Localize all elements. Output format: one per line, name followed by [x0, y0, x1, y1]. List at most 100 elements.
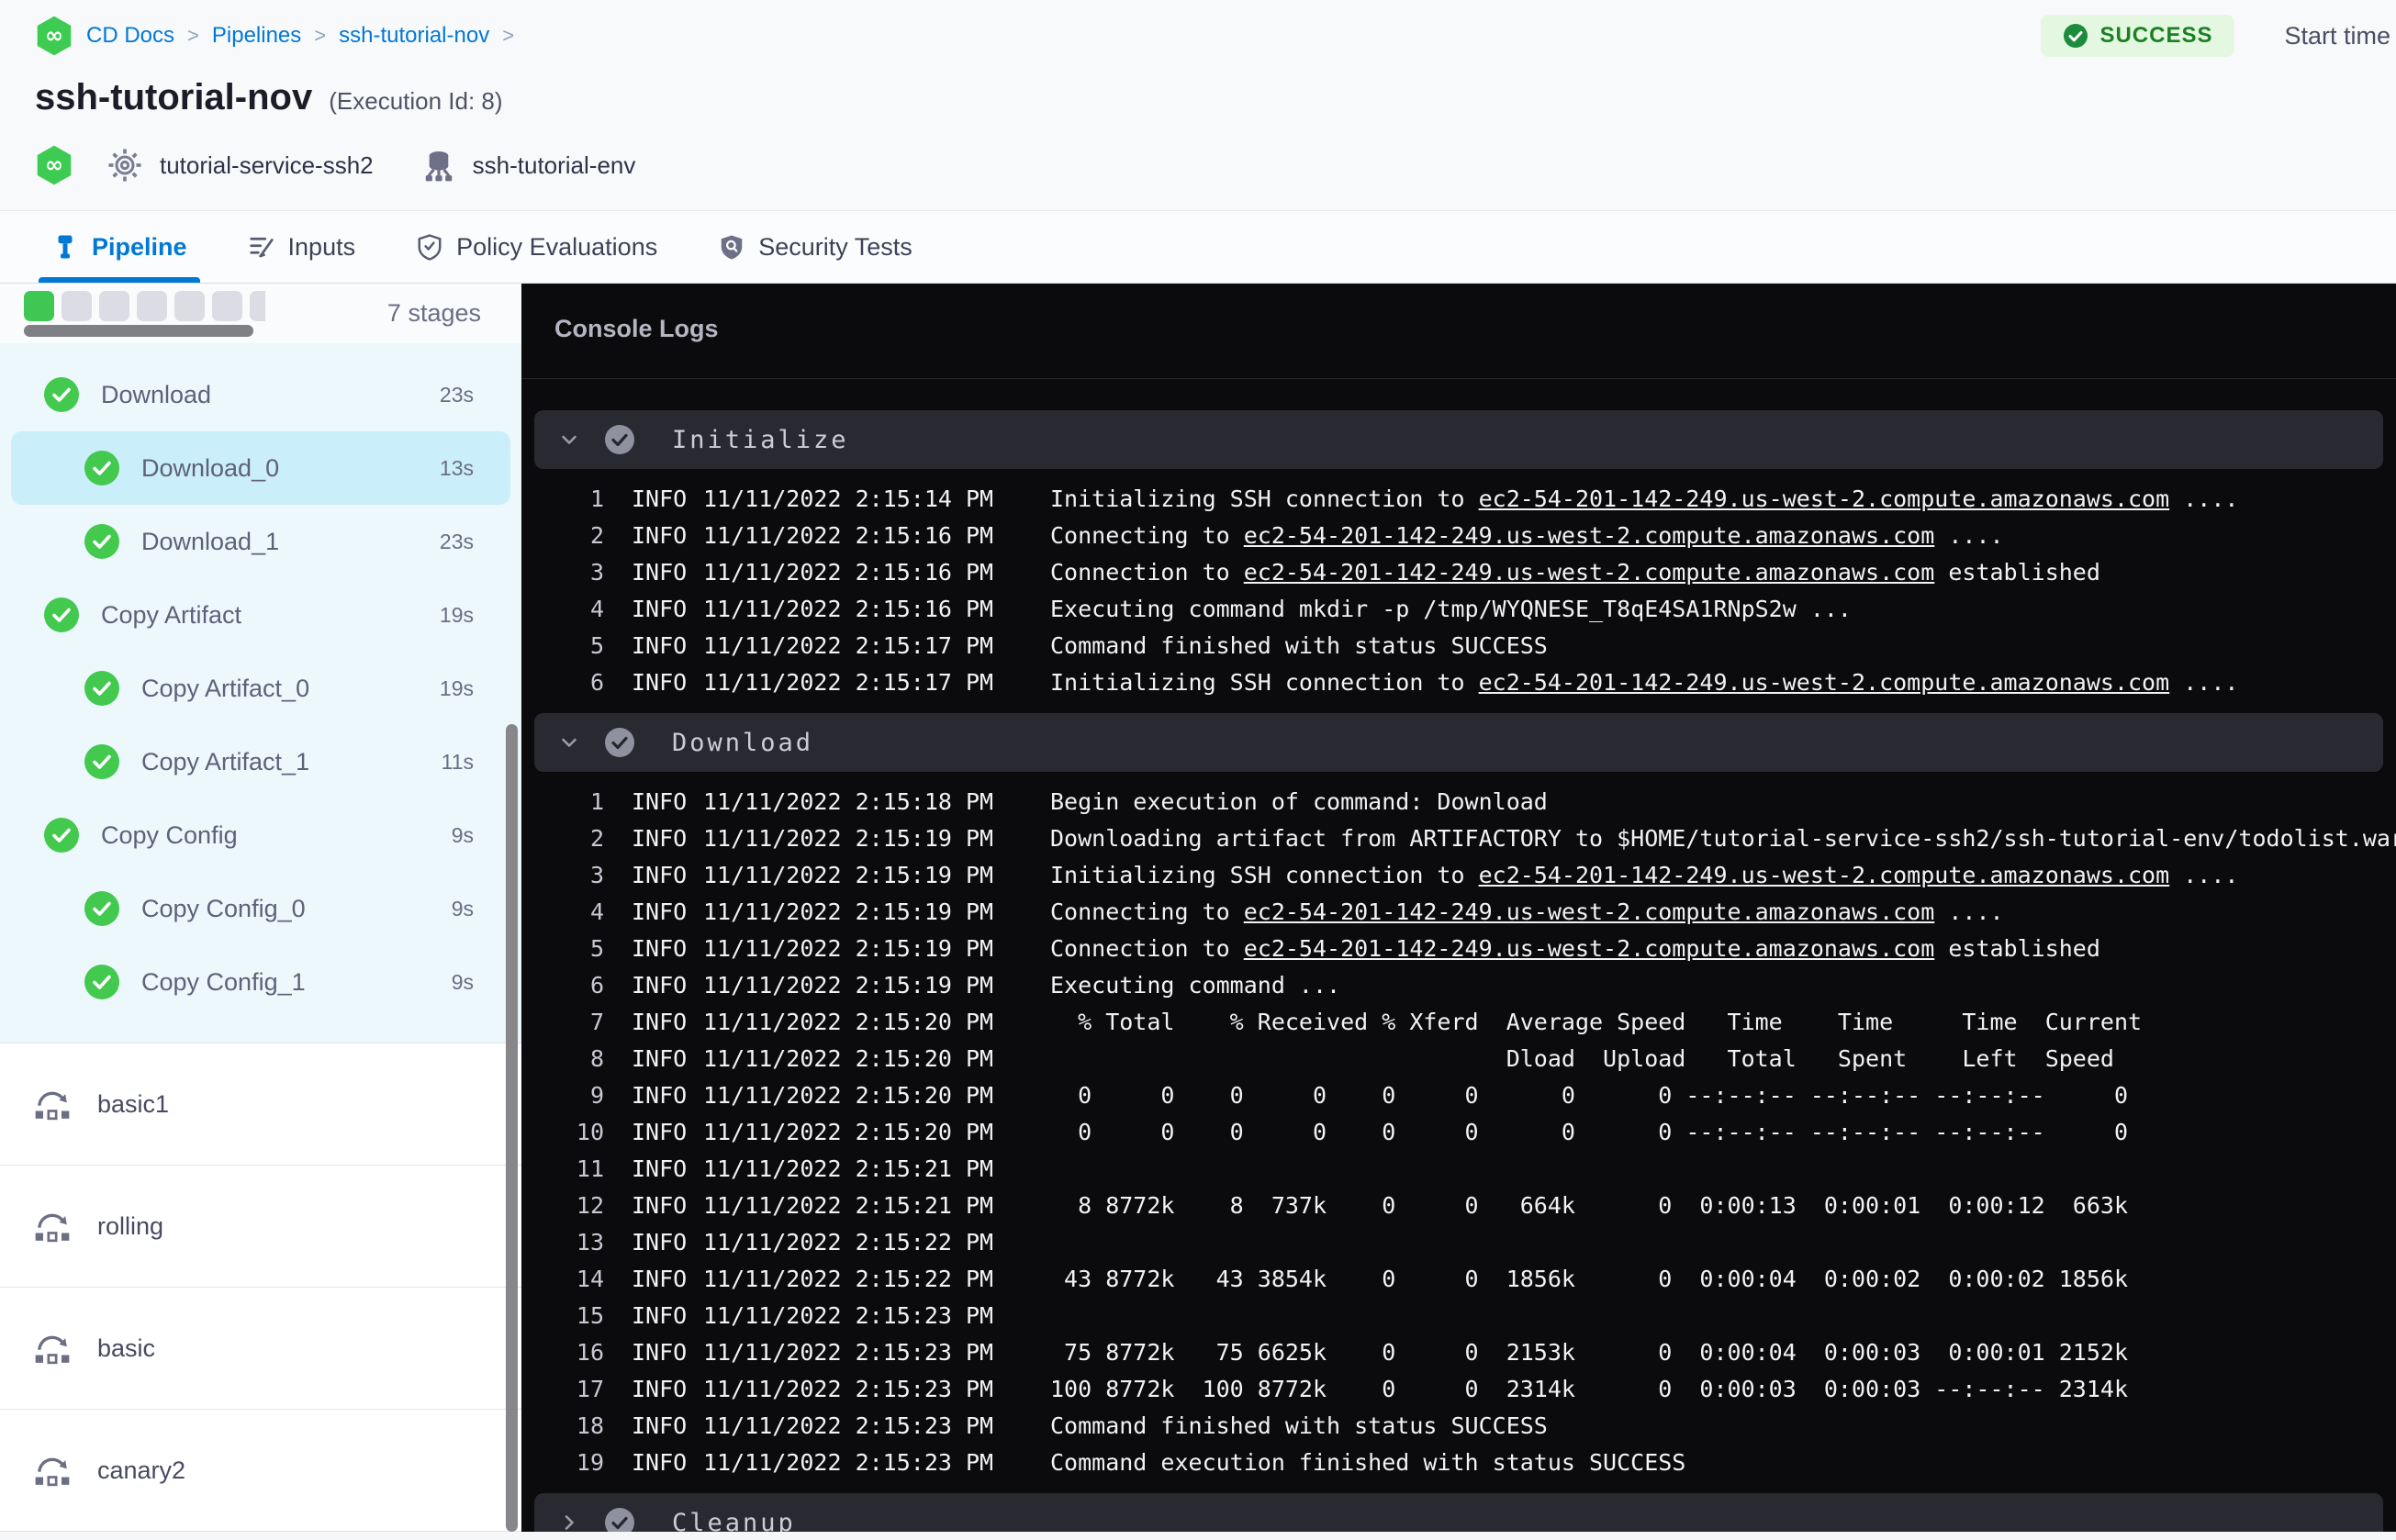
stage-duration: 9s: [451, 969, 474, 994]
stage-duration: 23s: [439, 382, 474, 407]
log-section: Cleanup: [534, 1493, 2383, 1532]
pipeline-list-item[interactable]: rolling: [0, 1166, 521, 1288]
log-timestamp: 11/11/2022 2:15:17 PM: [703, 631, 994, 659]
stage-row[interactable]: Download_0 13s: [11, 431, 510, 505]
pipeline-stage-icon: [31, 1086, 73, 1122]
host-link[interactable]: ec2-54-201-142-249.us-west-2.compute.ama…: [1479, 669, 2170, 696]
pipeline-stage-icon: [31, 1330, 73, 1367]
stage-label: Copy Artifact_0: [141, 674, 310, 702]
host-link[interactable]: ec2-54-201-142-249.us-west-2.compute.ama…: [1479, 862, 2170, 888]
log-line-number: 10: [576, 1118, 604, 1145]
stage-row[interactable]: Copy Artifact 19s: [0, 578, 521, 652]
stage-row[interactable]: Copy Artifact_0 19s: [0, 652, 521, 725]
log-line-number: 18: [576, 1412, 604, 1439]
stage-success-icon: [84, 744, 119, 779]
log-line-number: 8: [589, 1044, 604, 1072]
log-message: Executing command mkdir -p /tmp/WYQNESE_…: [1050, 595, 1852, 622]
stage-row[interactable]: Download 23s: [0, 358, 521, 431]
log-timestamp: 11/11/2022 2:15:23 PM: [703, 1301, 994, 1329]
stage-duration: 11s: [441, 749, 474, 774]
log-line: 11 INFO 11/11/2022 2:15:21 PM: [534, 1150, 2383, 1187]
stage-progress-squares[interactable]: [24, 290, 265, 321]
tab-pipeline[interactable]: Pipeline: [39, 211, 200, 283]
log-line-number: 2: [589, 824, 604, 852]
breadcrumb-link[interactable]: Pipelines: [212, 23, 301, 49]
host-link[interactable]: ec2-54-201-142-249.us-west-2.compute.ama…: [1244, 898, 1935, 925]
stage-progress-square[interactable]: [137, 290, 167, 321]
status-badge: SUCCESS: [2041, 15, 2235, 57]
stage-row[interactable]: Download_1 23s: [0, 505, 521, 578]
tab-label: Pipeline: [92, 232, 187, 261]
pipeline-list-item[interactable]: canary2: [0, 1410, 521, 1532]
log-line: 19 INFO 11/11/2022 2:15:23 PM Command ex…: [534, 1444, 2383, 1480]
chevron-down-icon[interactable]: [558, 731, 580, 753]
log-section-header[interactable]: Initialize: [534, 410, 2383, 469]
host-link[interactable]: ec2-54-201-142-249.us-west-2.compute.ama…: [1244, 559, 1935, 586]
tab-policy-evaluations[interactable]: Policy Evaluations: [416, 211, 657, 283]
host-link[interactable]: ec2-54-201-142-249.us-west-2.compute.ama…: [1479, 485, 2170, 512]
log-line: 10 INFO 11/11/2022 2:15:20 PM 0 0 0 0 0 …: [534, 1113, 2383, 1150]
section-success-icon: [604, 424, 635, 455]
stage-row[interactable]: Copy Artifact_1 11s: [0, 725, 521, 798]
minimap-scrollbar[interactable]: [24, 324, 253, 337]
stage-progress-square[interactable]: [250, 290, 265, 321]
log-level: INFO: [632, 1118, 688, 1145]
stage-label: Copy Artifact: [101, 600, 242, 629]
log-timestamp: 11/11/2022 2:15:20 PM: [703, 1044, 994, 1072]
log-timestamp: 11/11/2022 2:15:21 PM: [703, 1191, 994, 1219]
log-level: INFO: [632, 1301, 688, 1329]
log-line-number: 1: [589, 787, 604, 815]
host-link[interactable]: ec2-54-201-142-249.us-west-2.compute.ama…: [1244, 935, 1935, 962]
tab-security-tests[interactable]: Security Tests: [718, 211, 912, 283]
log-section: Initialize 1 INFO 11/11/2022 2:15:14 PM …: [534, 410, 2383, 700]
log-timestamp: 11/11/2022 2:15:20 PM: [703, 1008, 994, 1035]
log-line: 16 INFO 11/11/2022 2:15:23 PM 75 8772k 7…: [534, 1334, 2383, 1370]
log-message: Executing command ...: [1050, 971, 1341, 999]
stage-success-icon: [84, 671, 119, 706]
stage-progress-square[interactable]: [24, 290, 54, 321]
stage-success-icon: [84, 965, 119, 999]
log-message: Initializing SSH connection to ec2-54-20…: [1050, 668, 2239, 696]
log-line: 12 INFO 11/11/2022 2:15:21 PM 8 8772k 8 …: [534, 1187, 2383, 1223]
stage-progress-square[interactable]: [174, 290, 205, 321]
log-line: 2 INFO 11/11/2022 2:15:19 PM Downloading…: [534, 820, 2396, 856]
log-message: 43 8772k 43 3854k 0 0 1856k 0 0:00:04 0:…: [1050, 1265, 2128, 1292]
log-timestamp: 11/11/2022 2:15:19 PM: [703, 971, 994, 999]
pipeline-label: canary2: [97, 1456, 186, 1484]
stage-row[interactable]: Copy Config_1 9s: [0, 945, 521, 1019]
chevron-down-icon[interactable]: [558, 429, 580, 451]
log-line-number: 7: [589, 1008, 604, 1035]
log-line: 9 INFO 11/11/2022 2:15:20 PM 0 0 0 0 0 0…: [534, 1077, 2383, 1113]
log-lines: 1 INFO 11/11/2022 2:15:14 PM Initializin…: [534, 480, 2383, 700]
breadcrumb-link[interactable]: CD Docs: [86, 23, 174, 49]
stage-progress-square[interactable]: [99, 290, 129, 321]
service-chip[interactable]: ∞ tutorial-service-ssh2: [35, 144, 374, 186]
breadcrumb-link[interactable]: ssh-tutorial-nov: [339, 23, 489, 49]
log-message: Connection to ec2-54-201-142-249.us-west…: [1050, 934, 2100, 962]
tab-inputs[interactable]: Inputs: [248, 211, 356, 283]
log-level: INFO: [632, 787, 688, 815]
pipeline-list-item[interactable]: basic: [0, 1288, 521, 1410]
stage-progress-square[interactable]: [212, 290, 242, 321]
log-level: INFO: [632, 1448, 688, 1476]
tab-label: Inputs: [287, 232, 356, 261]
log-section-header[interactable]: Download: [534, 713, 2383, 772]
stage-success-icon: [44, 597, 79, 632]
log-line: 4 INFO 11/11/2022 2:15:16 PM Executing c…: [534, 590, 2383, 627]
page-title: ssh-tutorial-nov: [35, 77, 313, 117]
sidebar-scrollbar[interactable]: [506, 724, 518, 1532]
host-link[interactable]: ec2-54-201-142-249.us-west-2.compute.ama…: [1244, 522, 1935, 549]
environment-chip[interactable]: ssh-tutorial-env: [421, 147, 635, 184]
stage-success-icon: [84, 451, 119, 485]
breadcrumb: ∞ CD Docs > Pipelines > ssh-tutorial-nov >: [35, 15, 514, 57]
chevron-down-icon[interactable]: [558, 1512, 580, 1532]
stage-row[interactable]: Copy Config_0 9s: [0, 872, 521, 945]
log-message: Connecting to ec2-54-201-142-249.us-west…: [1050, 898, 2004, 925]
log-level: INFO: [632, 1338, 688, 1366]
pipeline-list-item[interactable]: basic1: [0, 1043, 521, 1166]
log-section-header[interactable]: Cleanup: [534, 1493, 2383, 1532]
log-line-number: 9: [589, 1081, 604, 1109]
stage-row[interactable]: Copy Config 9s: [0, 798, 521, 872]
stage-progress-square[interactable]: [62, 290, 92, 321]
log-line: 4 INFO 11/11/2022 2:15:19 PM Connecting …: [534, 893, 2383, 930]
